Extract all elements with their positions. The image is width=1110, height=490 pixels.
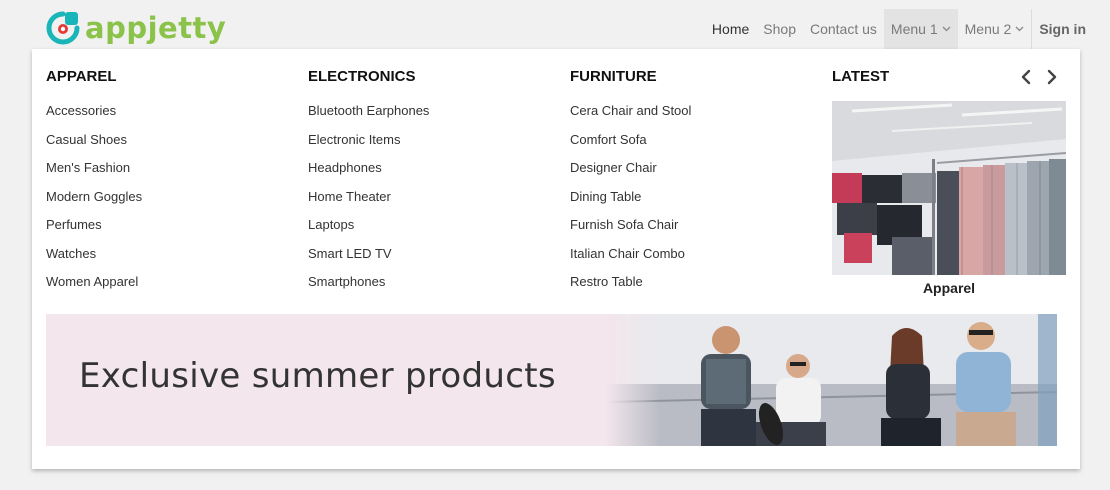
nav-home[interactable]: Home (705, 9, 756, 49)
carousel-prev-button[interactable] (1018, 67, 1034, 87)
nav-menu-1[interactable]: Menu 1 (883, 9, 958, 49)
mega-menu-dropdown: APPAREL Accessories Casual Shoes Men's F… (32, 49, 1080, 469)
nav-contact-us[interactable]: Contact us (803, 9, 884, 49)
column-title[interactable]: ELECTRONICS (308, 67, 429, 87)
site-header: appjetty Home Shop Contact us Menu 1 Men… (0, 0, 1110, 52)
promo-banner[interactable]: Exclusive summer products (46, 314, 1057, 446)
menu-link[interactable]: Designer Chair (570, 160, 691, 189)
carousel-next-button[interactable] (1044, 67, 1060, 87)
menu-link[interactable]: Perfumes (46, 217, 142, 246)
menu-link[interactable]: Watches (46, 246, 142, 275)
clothing-store-photo (832, 101, 1066, 275)
column-title[interactable]: FURNITURE (570, 67, 691, 87)
main-nav: Home Shop Contact us Menu 1 Menu 2 Sign … (705, 9, 1093, 49)
nav-menu-2[interactable]: Menu 2 (958, 9, 1032, 49)
banner-headline: Exclusive summer products (79, 356, 556, 396)
appjetty-logo-icon (46, 11, 80, 45)
column-links: Bluetooth Earphones Electronic Items Hea… (308, 103, 429, 303)
menu-link[interactable]: Women Apparel (46, 274, 142, 303)
column-title[interactable]: APPAREL (46, 67, 142, 87)
nav-sign-in[interactable]: Sign in (1032, 9, 1093, 49)
logo[interactable]: appjetty (45, 10, 226, 46)
menu-link[interactable]: Headphones (308, 160, 429, 189)
chevron-left-icon (1021, 69, 1031, 85)
menu-link[interactable]: Men's Fashion (46, 160, 142, 189)
menu-link[interactable]: Home Theater (308, 189, 429, 218)
menu-link[interactable]: Cera Chair and Stool (570, 103, 691, 132)
menu-link[interactable]: Italian Chair Combo (570, 246, 691, 275)
menu-link[interactable]: Laptops (308, 217, 429, 246)
chevron-right-icon (1047, 69, 1057, 85)
menu-link[interactable]: Accessories (46, 103, 142, 132)
chevron-down-icon (1015, 26, 1024, 32)
menu-link[interactable]: Electronic Items (308, 132, 429, 161)
menu-column-apparel: APPAREL Accessories Casual Shoes Men's F… (46, 67, 142, 303)
menu-link[interactable]: Restro Table (570, 274, 691, 303)
menu-column-furniture: FURNITURE Cera Chair and Stool Comfort S… (570, 67, 691, 303)
latest-product-image[interactable] (832, 101, 1066, 275)
nav-menu-1-label: Menu 1 (890, 21, 938, 37)
banner-people-photo (606, 314, 1057, 446)
latest-carousel: LATEST Apparel (832, 67, 1066, 296)
nav-shop[interactable]: Shop (756, 9, 803, 49)
menu-link[interactable]: Furnish Sofa Chair (570, 217, 691, 246)
column-links: Accessories Casual Shoes Men's Fashion M… (46, 103, 142, 303)
logo-text: appjetty (85, 11, 227, 45)
nav-menu-2-label: Menu 2 (964, 21, 1012, 37)
menu-link[interactable]: Smartphones (308, 274, 429, 303)
column-links: Cera Chair and Stool Comfort Sofa Design… (570, 103, 691, 303)
menu-link[interactable]: Comfort Sofa (570, 132, 691, 161)
menu-column-electronics: ELECTRONICS Bluetooth Earphones Electron… (308, 67, 429, 303)
menu-link[interactable]: Bluetooth Earphones (308, 103, 429, 132)
menu-link[interactable]: Smart LED TV (308, 246, 429, 275)
menu-link[interactable]: Casual Shoes (46, 132, 142, 161)
menu-link[interactable]: Dining Table (570, 189, 691, 218)
chevron-down-icon (942, 26, 951, 32)
carousel-arrows (1018, 67, 1060, 87)
latest-product-caption[interactable]: Apparel (832, 280, 1066, 296)
menu-link[interactable]: Modern Goggles (46, 189, 142, 218)
